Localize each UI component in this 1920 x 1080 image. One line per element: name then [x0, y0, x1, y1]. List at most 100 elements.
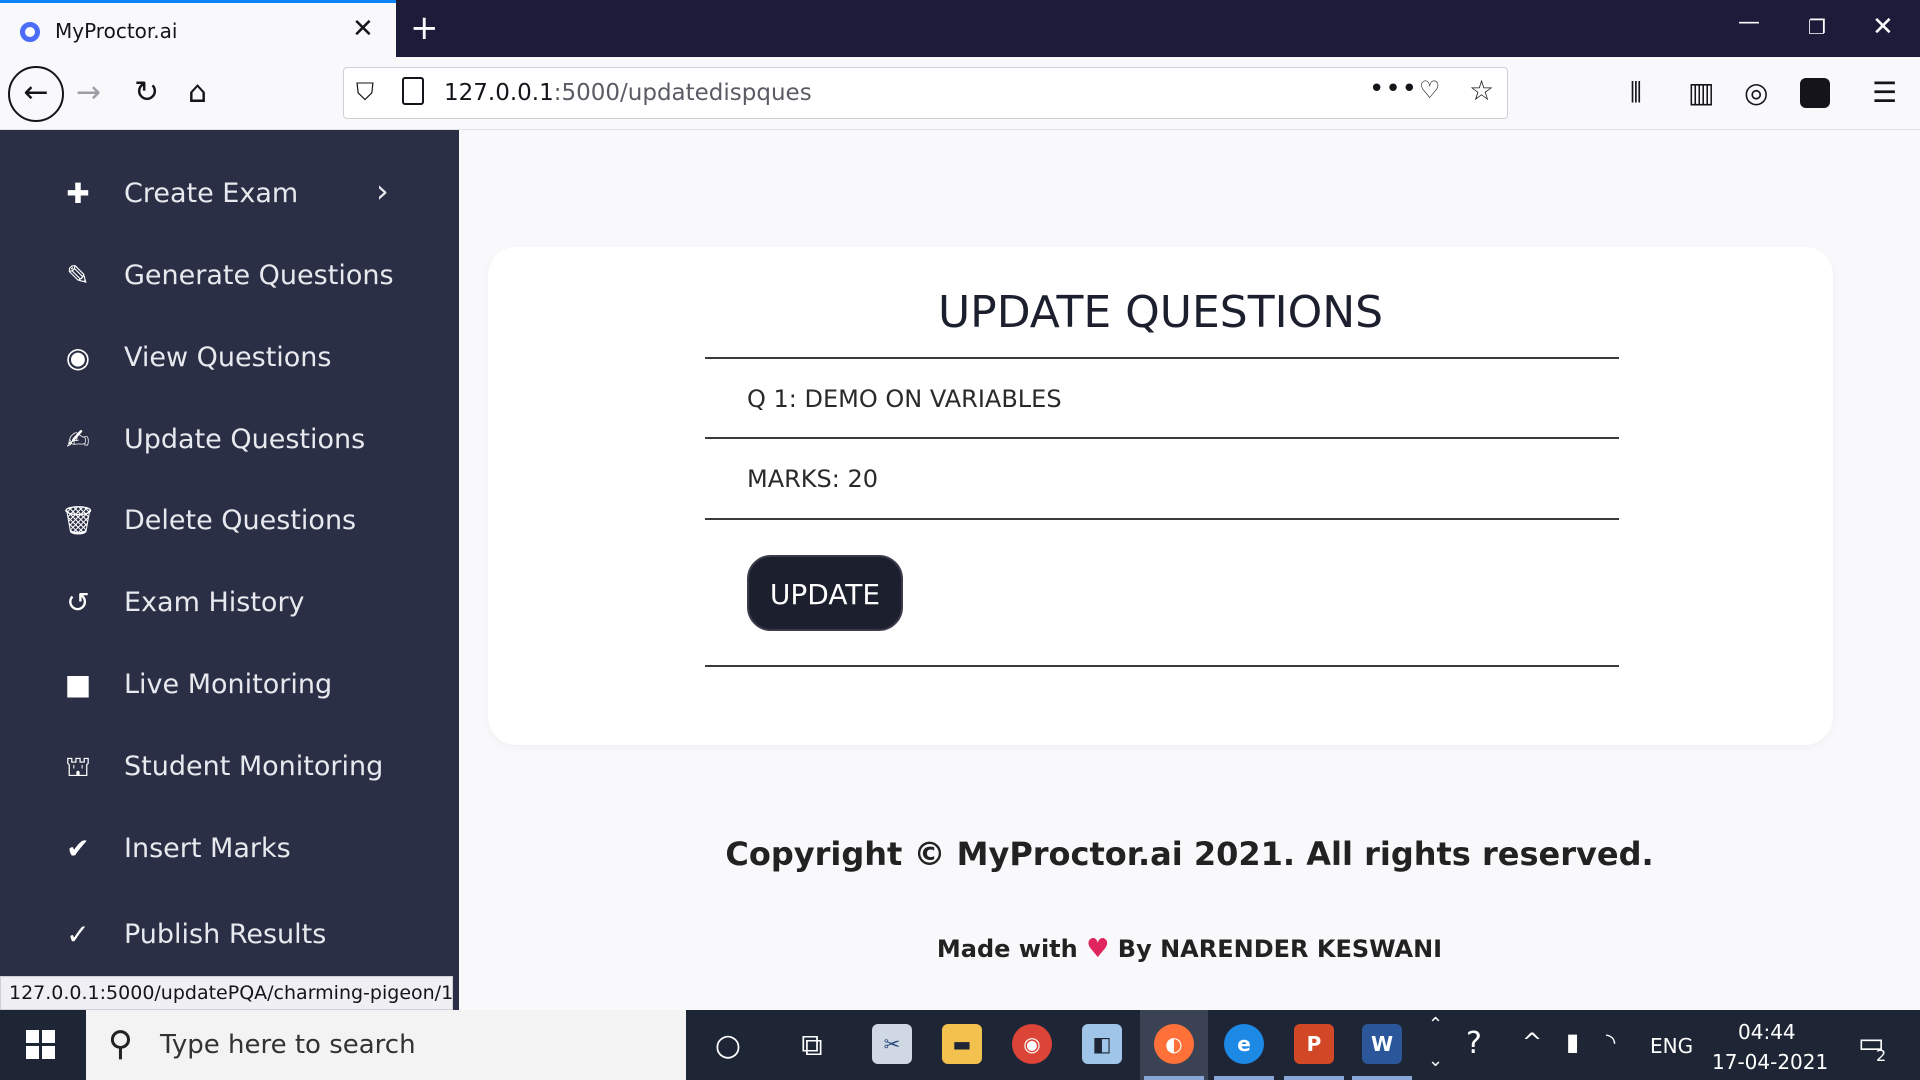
edit-icon: ✍ — [66, 423, 90, 456]
made-with-text: Made with ♥ By NARENDER KESWANI — [459, 934, 1920, 964]
sidebar-item-label: Create Exam — [124, 178, 299, 209]
notes-app-icon[interactable]: ◧ — [1082, 1024, 1122, 1064]
browser-tab-strip: MyProctor.ai ✕ + — ❐ ✕ — [0, 0, 1920, 57]
reload-icon[interactable]: ↻ — [134, 75, 159, 111]
url-bar[interactable]: ⛉ 127.0.0.1:5000/updatedispques ••• ♡ ☆ — [343, 67, 1508, 119]
running-indicator — [1284, 1076, 1344, 1080]
minimize-icon[interactable]: — — [1738, 8, 1760, 38]
url-host: 127.0.0.1 — [444, 80, 554, 106]
more-icon[interactable]: ••• — [1369, 74, 1418, 104]
history-icon: ↺ — [66, 586, 90, 619]
wifi-icon[interactable]: ◝ — [1606, 1028, 1615, 1056]
notification-count: 2 — [1876, 1046, 1887, 1065]
firefox-icon[interactable]: ◐ — [1154, 1024, 1194, 1064]
browser-navbar: ← → ↻ ⌂ ⛉ 127.0.0.1:5000/updatedispques … — [0, 57, 1920, 130]
plus-icon: ✚ — [66, 177, 90, 210]
sidebar-item-update-questions[interactable]: ✍ Update Questions — [0, 410, 459, 470]
running-indicator — [1352, 1076, 1412, 1080]
made-with-prefix: Made with — [936, 935, 1078, 963]
new-tab-button[interactable]: + — [410, 8, 439, 48]
sidebar: ✚ Create Exam › ✎ Generate Questions ◉ V… — [0, 130, 459, 1010]
library-icon[interactable]: ⫴ — [1630, 75, 1642, 111]
browser-tab[interactable]: MyProctor.ai ✕ — [0, 0, 396, 57]
url-text[interactable]: 127.0.0.1:5000/updatedispques — [444, 80, 812, 106]
sidebar-item-label: View Questions — [124, 342, 332, 373]
window-close-icon[interactable]: ✕ — [1872, 12, 1894, 42]
forward-icon[interactable]: → — [76, 75, 101, 111]
sidebar-toggle-icon[interactable]: ▥ — [1688, 75, 1714, 111]
account-icon[interactable]: ◎ — [1744, 75, 1768, 111]
sidebar-item-exam-history[interactable]: ↺ Exam History — [0, 573, 459, 633]
sidebar-item-label: Student Monitoring — [124, 751, 384, 782]
favicon-icon — [20, 22, 40, 42]
sidebar-item-student-monitoring[interactable]: ⛫ Student Monitoring — [0, 737, 459, 797]
file-explorer-icon[interactable]: ▬ — [942, 1024, 982, 1064]
taskbar-search-box[interactable]: ⚲ Type here to search — [86, 1010, 686, 1080]
edge-icon[interactable]: e — [1224, 1024, 1264, 1064]
sidebar-item-generate-questions[interactable]: ✎ Generate Questions — [0, 246, 459, 306]
sidebar-item-insert-marks[interactable]: ✔ Insert Marks — [0, 819, 459, 879]
search-icon: ⚲ — [108, 1024, 133, 1064]
chrome-icon[interactable]: ◉ — [1012, 1024, 1052, 1064]
pocket-icon[interactable]: ♡ — [1419, 76, 1441, 104]
sidebar-item-delete-questions[interactable]: 🗑 Delete Questions — [0, 491, 459, 551]
heart-icon: ♥ — [1086, 934, 1110, 964]
sidebar-item-label: Exam History — [124, 587, 305, 618]
chevron-up-icon[interactable]: ^ — [1522, 1028, 1542, 1056]
word-icon[interactable]: W — [1362, 1024, 1402, 1064]
sidebar-item-view-questions[interactable]: ◉ View Questions — [0, 328, 459, 388]
running-indicator — [1214, 1076, 1274, 1080]
back-icon[interactable]: ← — [8, 66, 64, 122]
star-icon[interactable]: ☆ — [1469, 74, 1494, 107]
search-input[interactable]: Type here to search — [160, 1030, 416, 1060]
sidebar-item-label: Update Questions — [124, 424, 366, 455]
sidebar-item-create-exam[interactable]: ✚ Create Exam › — [0, 164, 459, 224]
extension-icon[interactable] — [1800, 78, 1830, 108]
scroll-up-icon[interactable]: ⌃ — [1428, 1014, 1443, 1035]
video-camera-icon: ■ — [64, 668, 92, 701]
divider — [705, 437, 1619, 439]
binoculars-icon: ⛫ — [65, 750, 91, 783]
snipping-tool-icon[interactable]: ✂ — [872, 1024, 912, 1064]
divider — [705, 665, 1619, 667]
language-indicator[interactable]: ENG — [1650, 1034, 1693, 1058]
sidebar-item-label: Delete Questions — [124, 505, 357, 536]
eye-icon: ◉ — [65, 341, 91, 374]
sidebar-item-label: Publish Results — [124, 919, 327, 950]
task-view-icon[interactable]: ⧉ — [790, 1024, 834, 1068]
sidebar-item-publish-results[interactable]: ✓ Publish Results — [0, 905, 459, 965]
cortana-icon[interactable]: ○ — [706, 1024, 750, 1068]
tab-title: MyProctor.ai — [55, 19, 178, 43]
divider — [705, 357, 1619, 359]
chevron-right-icon[interactable]: › — [376, 172, 389, 210]
shield-icon[interactable]: ⛉ — [356, 78, 374, 106]
sidebar-item-label: Generate Questions — [124, 260, 394, 291]
clock-date[interactable]: 17-04-2021 — [1712, 1050, 1828, 1074]
status-url-tooltip: 127.0.0.1:5000/updatePQA/charming-pigeon… — [0, 976, 453, 1010]
active-indicator — [1144, 1076, 1204, 1080]
menu-icon[interactable]: ☰ — [1872, 75, 1897, 111]
marks-text: MARKS: 20 — [747, 465, 879, 493]
tab-close-icon[interactable]: ✕ — [352, 14, 374, 44]
windows-start-icon[interactable] — [26, 1030, 56, 1060]
page-title: UPDATE QUESTIONS — [937, 287, 1384, 338]
question-text[interactable]: Q 1: DEMO ON VARIABLES — [747, 385, 1062, 413]
scroll-down-icon[interactable]: ⌄ — [1428, 1050, 1443, 1071]
clock-time[interactable]: 04:44 — [1738, 1020, 1796, 1044]
sidebar-item-live-monitoring[interactable]: ■ Live Monitoring — [0, 655, 459, 715]
made-with-author: By NARENDER KESWANI — [1117, 935, 1443, 963]
magic-wand-icon: ✎ — [66, 259, 90, 292]
sidebar-item-label: Insert Marks — [124, 833, 291, 864]
device-icon[interactable]: ▮ — [1566, 1028, 1579, 1056]
clipboard-check-icon: ✓ — [66, 918, 90, 951]
copyright-text: Copyright © MyProctor.ai 2021. All right… — [725, 835, 1654, 873]
home-icon[interactable]: ⌂ — [188, 75, 207, 111]
url-path: :5000/updatedispques — [553, 80, 812, 106]
powerpoint-icon[interactable]: P — [1294, 1024, 1334, 1064]
update-button[interactable]: UPDATE — [747, 555, 903, 631]
restore-icon[interactable]: ❐ — [1808, 12, 1826, 42]
windows-taskbar: ⚲ Type here to search ○ ⧉ ✂ ▬ ◉ ◧ ◐ e P … — [0, 1010, 1920, 1080]
help-icon[interactable]: ? — [1466, 1026, 1482, 1061]
sidebar-item-label: Live Monitoring — [124, 669, 333, 700]
divider — [705, 518, 1619, 520]
